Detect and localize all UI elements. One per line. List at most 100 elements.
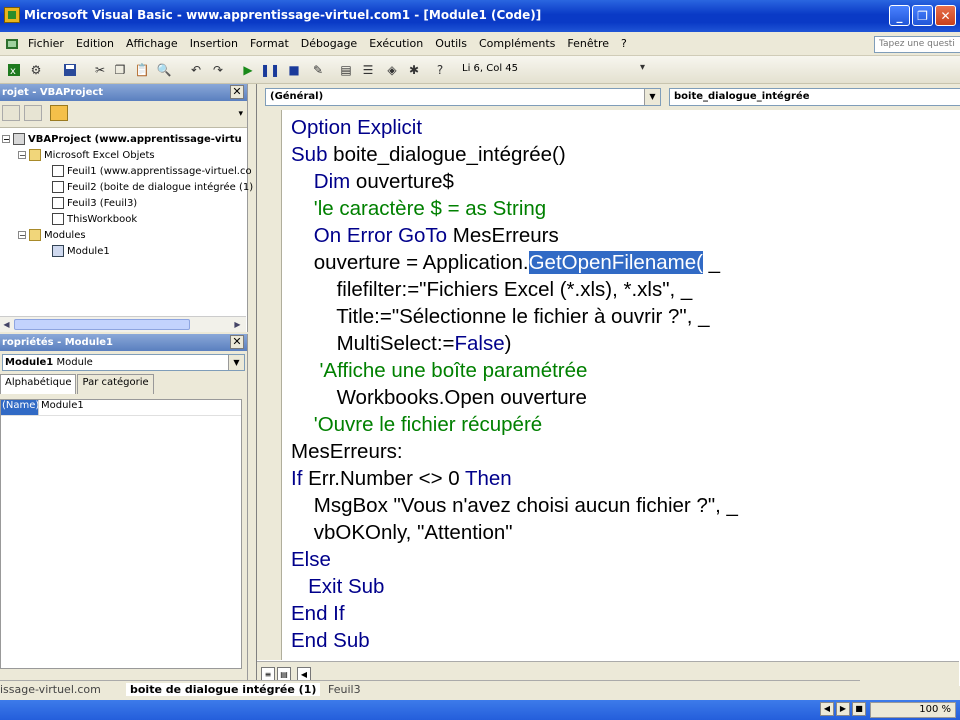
code-line[interactable]: If Err.Number <> 0 Then bbox=[291, 465, 738, 492]
collapse-icon[interactable]: − bbox=[18, 151, 26, 160]
code-line[interactable]: ouverture = Application.GetOpenFilename(… bbox=[291, 249, 738, 276]
reset-icon[interactable]: ■ bbox=[286, 62, 302, 78]
tab-par-categorie[interactable]: Par catégorie bbox=[77, 374, 154, 394]
code-line[interactable]: filefilter:="Fichiers Excel (*.xls), *.x… bbox=[291, 276, 738, 303]
tree-item-modules[interactable]: − Modules bbox=[18, 229, 86, 241]
toolbar-options-icon[interactable]: ▾ bbox=[238, 109, 243, 119]
tree-item-vbaproject[interactable]: − VBAProject (www.apprentissage-virtu bbox=[2, 133, 242, 145]
view-object-icon[interactable] bbox=[24, 105, 42, 121]
redo-icon[interactable]: ↷ bbox=[210, 62, 226, 78]
view-code-icon[interactable] bbox=[2, 105, 20, 121]
code-line[interactable]: vbOKOnly, "Attention" bbox=[291, 519, 738, 546]
properties-window-icon[interactable]: ☰ bbox=[360, 62, 376, 78]
minimize-button[interactable]: _ bbox=[889, 5, 910, 26]
object-browser-icon[interactable]: ◈ bbox=[384, 62, 400, 78]
cut-icon[interactable]: ✂ bbox=[92, 62, 108, 78]
tree-item-feuil2[interactable]: Feuil2 (boite de dialogue intégrée (1) bbox=[52, 181, 253, 193]
sheet-tab-2[interactable]: boite de dialogue intégrée (1) bbox=[126, 683, 321, 696]
menu-item-4[interactable]: Format bbox=[244, 37, 295, 50]
menu-item-1[interactable]: Edition bbox=[70, 37, 120, 50]
toolbar-options-icon[interactable]: ▾ bbox=[640, 62, 645, 73]
save-icon[interactable] bbox=[62, 62, 78, 78]
scrollbar-thumb[interactable] bbox=[14, 319, 190, 330]
zoom-out-icon[interactable]: ◀ bbox=[820, 702, 834, 716]
tab-alphabetique[interactable]: Alphabétique bbox=[0, 374, 77, 394]
code-line[interactable]: Dim ouverture$ bbox=[291, 168, 738, 195]
code-line[interactable]: Title:="Sélectionne le fichier à ouvrir … bbox=[291, 303, 738, 330]
tree-item-feuil1[interactable]: Feuil1 (www.apprentissage-virtuel.co bbox=[52, 165, 252, 177]
menu-item-0[interactable]: Fichier bbox=[22, 37, 70, 50]
help-icon[interactable]: ? bbox=[432, 62, 448, 78]
code-line[interactable]: 'Ouvre le fichier récupéré bbox=[291, 411, 738, 438]
code-line[interactable]: MsgBox "Vous n'avez choisi aucun fichier… bbox=[291, 492, 738, 519]
sheet-tab-3[interactable]: Feuil3 bbox=[328, 683, 361, 696]
tree-item-excel-objects[interactable]: − Microsoft Excel Objets bbox=[18, 149, 155, 161]
property-value[interactable]: Module1 bbox=[38, 400, 84, 415]
code-line[interactable]: 'le caractère $ = as String bbox=[291, 195, 738, 222]
full-module-view-icon[interactable]: ▤ bbox=[277, 667, 291, 681]
code-line[interactable]: Option Explicit bbox=[291, 114, 738, 141]
menu-item-5[interactable]: Débogage bbox=[295, 37, 363, 50]
maximize-button[interactable]: ❐ bbox=[912, 5, 933, 26]
code-line[interactable]: MultiSelect:=False) bbox=[291, 330, 738, 357]
toolbox-icon[interactable]: ✱ bbox=[406, 62, 422, 78]
insert-module-icon[interactable]: ⚙ bbox=[28, 62, 44, 78]
project-explorer-icon[interactable]: ▤ bbox=[338, 62, 354, 78]
pause-icon[interactable]: ❚❚ bbox=[260, 62, 280, 78]
run-icon[interactable]: ▶ bbox=[240, 62, 256, 78]
tree-item-label: VBAProject (www.apprentissage-virtu bbox=[28, 133, 242, 145]
sheet-tab-1[interactable]: issage-virtuel.com bbox=[0, 683, 101, 696]
collapse-icon[interactable]: − bbox=[2, 135, 10, 144]
code-line[interactable]: MesErreurs: bbox=[291, 438, 738, 465]
object-combo[interactable]: (Général) ▼ bbox=[265, 88, 661, 106]
view-excel-icon[interactable]: x bbox=[6, 62, 22, 78]
zoom-reset-icon[interactable]: ■ bbox=[852, 702, 866, 716]
collapse-icon[interactable]: − bbox=[18, 231, 26, 240]
code-line[interactable]: 'Affiche une boîte paramétrée bbox=[291, 357, 738, 384]
code-editor[interactable]: Option Explicit Sub boite_dialogue_intégr… bbox=[291, 114, 738, 654]
properties-close-icon[interactable]: ✕ bbox=[230, 335, 244, 349]
menu-item-10[interactable]: ? bbox=[615, 37, 633, 50]
module-icon[interactable] bbox=[4, 36, 20, 52]
menu-item-6[interactable]: Exécution bbox=[363, 37, 429, 50]
menu-item-2[interactable]: Affichage bbox=[120, 37, 184, 50]
property-row[interactable]: (Name) Module1 bbox=[1, 400, 241, 416]
find-icon[interactable]: 🔍 bbox=[156, 62, 172, 78]
horizontal-scrollbar[interactable]: ◀ ▶ bbox=[0, 316, 246, 332]
design-mode-icon[interactable]: ✎ bbox=[310, 62, 326, 78]
chevron-down-icon[interactable]: ▼ bbox=[228, 355, 244, 370]
menu-item-7[interactable]: Outils bbox=[429, 37, 473, 50]
zoom-in-icon[interactable]: ▶ bbox=[836, 702, 850, 716]
toggle-folders-icon[interactable] bbox=[50, 105, 68, 121]
procedure-combo[interactable]: boite_dialogue_intégrée bbox=[669, 88, 960, 106]
code-line[interactable]: On Error GoTo MesErreurs bbox=[291, 222, 738, 249]
code-line[interactable]: Else bbox=[291, 546, 738, 573]
close-button[interactable]: ✕ bbox=[935, 5, 956, 26]
visual-basic-app-icon[interactable] bbox=[4, 7, 20, 23]
code-line[interactable]: Exit Sub bbox=[291, 573, 738, 600]
undo-icon[interactable]: ↶ bbox=[188, 62, 204, 78]
code-line[interactable]: End Sub bbox=[291, 627, 738, 654]
code-line[interactable]: End If bbox=[291, 600, 738, 627]
scroll-left-icon[interactable]: ◀ bbox=[0, 318, 13, 331]
scroll-right-icon[interactable]: ▶ bbox=[231, 318, 244, 331]
menu-item-9[interactable]: Fenêtre bbox=[561, 37, 615, 50]
project-explorer-close-icon[interactable]: ✕ bbox=[230, 85, 244, 99]
help-search-input[interactable]: Tapez une questi bbox=[874, 36, 960, 53]
code-margin[interactable] bbox=[257, 110, 282, 660]
code-token: _ bbox=[702, 251, 721, 274]
menu-item-8[interactable]: Compléments bbox=[473, 37, 561, 50]
chevron-down-icon[interactable]: ▼ bbox=[644, 89, 660, 105]
zoom-level[interactable]: 100 % bbox=[870, 702, 956, 718]
menu-item-3[interactable]: Insertion bbox=[184, 37, 244, 50]
object-selector[interactable]: Module1 Module ▼ bbox=[2, 354, 245, 371]
scroll-left-icon[interactable]: ◀ bbox=[297, 667, 311, 681]
procedure-view-icon[interactable]: ≡ bbox=[261, 667, 275, 681]
tree-item-thisworkbook[interactable]: ThisWorkbook bbox=[52, 213, 137, 225]
tree-item-module1[interactable]: Module1 bbox=[52, 245, 110, 257]
paste-icon[interactable]: 📋 bbox=[134, 62, 150, 78]
code-line[interactable]: Workbooks.Open ouverture bbox=[291, 384, 738, 411]
tree-item-feuil3[interactable]: Feuil3 (Feuil3) bbox=[52, 197, 137, 209]
copy-icon[interactable]: ❐ bbox=[112, 62, 128, 78]
code-line[interactable]: Sub boite_dialogue_intégrée() bbox=[291, 141, 738, 168]
